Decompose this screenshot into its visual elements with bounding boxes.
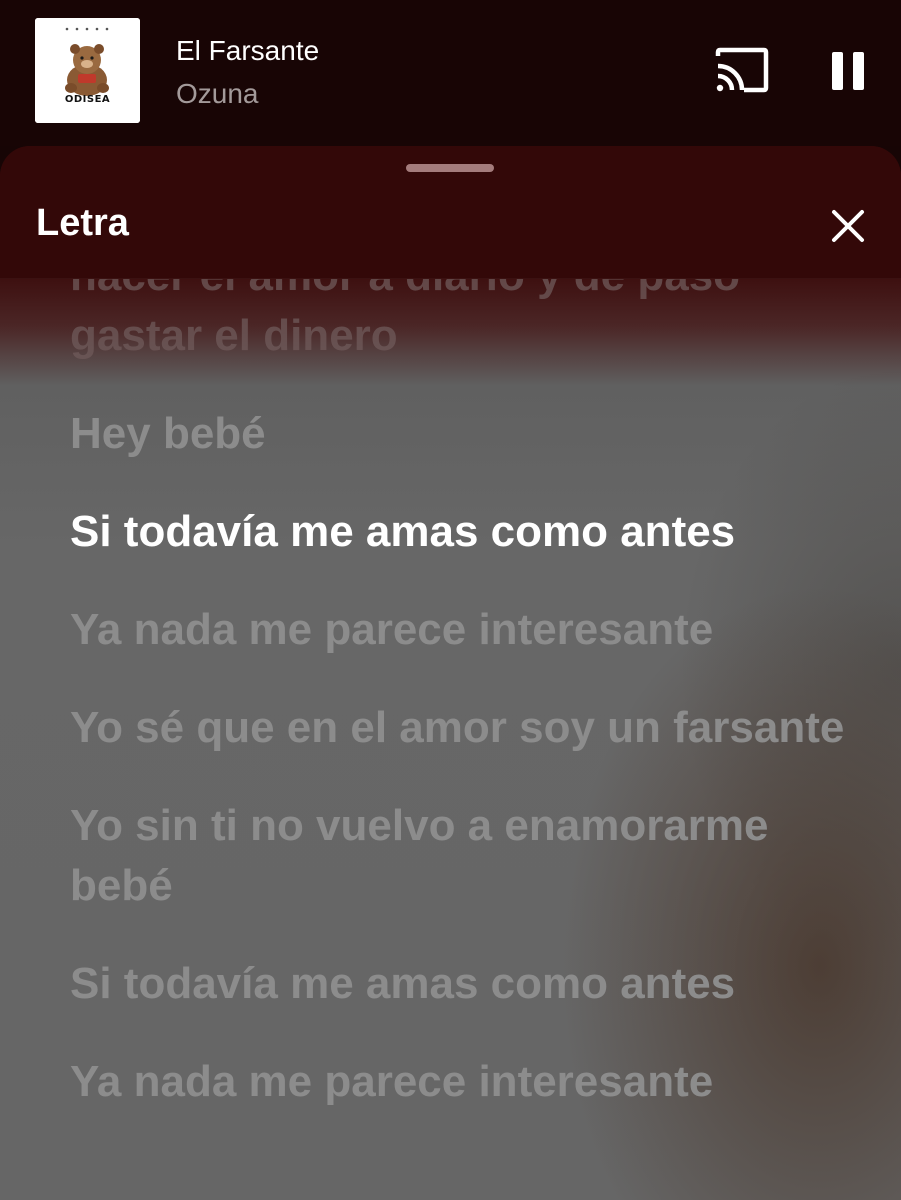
lyric-line[interactable]: hacer el amor a diario y de paso gastar … xyxy=(70,278,870,366)
pause-button[interactable] xyxy=(822,46,874,98)
lyric-line[interactable]: Hey bebé xyxy=(70,404,870,464)
lyric-line[interactable]: Ya nada me parece interesante xyxy=(70,1052,870,1112)
album-art[interactable]: ODISEA xyxy=(35,18,140,123)
lyric-line[interactable]: Yo sé que en el amor soy un farsante xyxy=(70,698,870,758)
track-title[interactable]: El Farsante xyxy=(176,35,319,67)
sheet-drag-handle[interactable] xyxy=(406,164,494,172)
lyric-line[interactable]: Ya nada me parece interesante xyxy=(70,600,870,660)
music-app: ODISEA El Farsante Ozuna Letra gastar el… xyxy=(0,0,901,1200)
close-icon xyxy=(832,210,864,242)
lyrics-list: hacer el amor a diario y de paso gastar … xyxy=(70,278,870,1150)
lyrics-sheet-header: Letra xyxy=(0,146,901,279)
lyric-line-current[interactable]: Si todavía me amas como antes xyxy=(70,502,870,562)
mini-player[interactable]: ODISEA El Farsante Ozuna xyxy=(0,0,901,146)
track-artist[interactable]: Ozuna xyxy=(176,78,259,110)
cast-button[interactable] xyxy=(710,46,772,98)
album-art-label: ODISEA xyxy=(64,94,111,105)
lyric-line[interactable]: Si todavía me amas como antes xyxy=(70,954,870,1014)
cast-icon xyxy=(715,47,769,93)
pause-icon xyxy=(832,52,864,90)
album-art-bear-image xyxy=(35,18,140,123)
lyrics-scroll-area[interactable]: hacer el amor a diario y de paso gastar … xyxy=(0,278,901,1200)
lyric-line[interactable]: Yo sin ti no vuelvo a enamorarme bebé xyxy=(70,796,870,916)
lyrics-sheet-title: Letra xyxy=(36,202,129,244)
lyrics-sheet: Letra hacer el amor a diario y de paso g… xyxy=(0,146,901,1200)
close-button[interactable] xyxy=(820,198,876,254)
